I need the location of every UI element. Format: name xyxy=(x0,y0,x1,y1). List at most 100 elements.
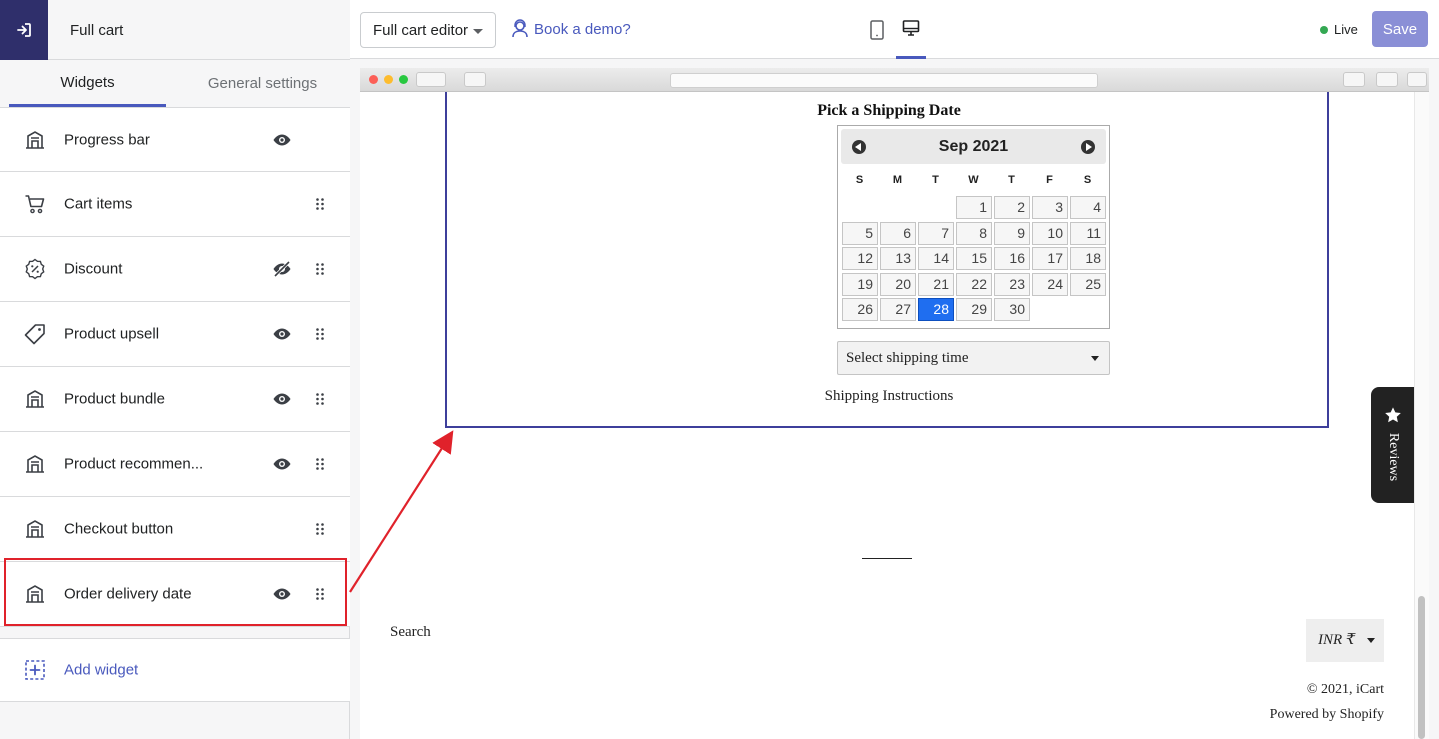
widget-row[interactable]: Discount xyxy=(0,237,350,302)
eye-icon[interactable] xyxy=(272,454,292,474)
calendar-day[interactable]: 8 xyxy=(956,221,992,245)
widget-block-icon xyxy=(24,388,46,410)
calendar-day[interactable]: 21 xyxy=(918,272,954,296)
currency-select[interactable]: INR ₹ xyxy=(1306,619,1384,662)
mobile-device-icon[interactable] xyxy=(868,20,886,40)
weekday-label: M xyxy=(892,174,903,186)
caret-down-icon xyxy=(1367,638,1375,643)
tab-general-settings[interactable]: General settings xyxy=(175,60,350,107)
footer-copyright: © 2021, iCart xyxy=(1306,682,1384,697)
footer-search-link[interactable]: Search xyxy=(390,624,431,641)
calendar-day[interactable]: 16 xyxy=(994,247,1030,271)
tag-icon xyxy=(24,323,46,345)
widget-row[interactable]: Progress bar xyxy=(0,108,350,172)
calendar-day[interactable]: 17 xyxy=(1032,247,1068,271)
calendar-day[interactable]: 6 xyxy=(880,221,916,245)
calendar-day[interactable]: 18 xyxy=(1070,247,1106,271)
calendar-day-selected[interactable]: 28 xyxy=(918,298,954,322)
calendar-day[interactable]: 19 xyxy=(842,272,878,296)
calendar-day[interactable]: 26 xyxy=(842,298,878,322)
share-icon xyxy=(1343,72,1365,87)
widget-row[interactable]: Product bundle xyxy=(0,367,350,432)
calendar-day[interactable]: 9 xyxy=(994,221,1030,245)
save-button[interactable]: Save xyxy=(1372,11,1428,47)
reviews-tab[interactable]: Reviews xyxy=(1371,387,1414,503)
eye-off-icon[interactable] xyxy=(272,259,292,279)
calendar-day[interactable]: 20 xyxy=(880,272,916,296)
shipping-time-select[interactable]: Select shipping time xyxy=(837,341,1110,375)
calendar-day[interactable]: 30 xyxy=(994,298,1030,322)
widget-label: Order delivery date xyxy=(64,585,192,603)
calendar-day[interactable]: 24 xyxy=(1032,272,1068,296)
calendar-day[interactable]: 22 xyxy=(956,272,992,296)
add-widget-button[interactable]: Add widget xyxy=(0,638,350,702)
live-status: Live xyxy=(1320,22,1358,37)
sidebar-toggle-icon xyxy=(464,72,486,87)
widget-row[interactable]: Checkout button xyxy=(0,497,350,562)
scrollbar-thumb[interactable] xyxy=(1418,596,1425,739)
drag-handle-icon[interactable] xyxy=(314,197,326,211)
calendar-day[interactable]: 13 xyxy=(880,247,916,271)
calendar-day[interactable]: 4 xyxy=(1070,196,1106,219)
drag-handle-icon[interactable] xyxy=(314,327,326,341)
widget-sidebar: Full cart Widgets General settings Progr… xyxy=(0,0,350,739)
drag-handle-icon[interactable] xyxy=(314,262,326,276)
calendar-day[interactable]: 5 xyxy=(842,221,878,245)
drag-handle-icon[interactable] xyxy=(314,587,326,601)
desktop-device-button[interactable] xyxy=(896,0,926,59)
eye-icon[interactable] xyxy=(272,584,292,604)
calendar-day[interactable]: 3 xyxy=(1032,196,1068,219)
sidebar-title: Full cart xyxy=(70,22,124,39)
calendar-day[interactable]: 14 xyxy=(918,247,954,271)
eye-icon[interactable] xyxy=(272,389,292,409)
drag-handle-icon[interactable] xyxy=(314,392,326,406)
address-bar xyxy=(670,73,1098,88)
discount-icon xyxy=(24,258,46,280)
widget-row[interactable]: Cart items xyxy=(0,172,350,237)
live-status-label: Live xyxy=(1334,22,1358,37)
calendar-day[interactable]: 29 xyxy=(956,298,992,322)
exit-icon xyxy=(17,23,31,37)
date-picker-calendar: Sep 2021 S M T W T F S 1 2 3 4 5 6 7 8 9 10 11 12 13 14 15 16 1… xyxy=(837,125,1110,329)
drag-handle-icon[interactable] xyxy=(314,522,326,536)
calendar-day[interactable]: 27 xyxy=(880,298,916,322)
calendar-day[interactable]: 10 xyxy=(1032,221,1068,245)
widget-block-icon xyxy=(24,583,46,605)
tabs-icon xyxy=(1376,72,1398,87)
tab-widgets[interactable]: Widgets xyxy=(9,60,166,107)
calendar-day[interactable]: 1 xyxy=(956,196,992,219)
widget-row[interactable]: Order delivery date xyxy=(0,562,350,627)
eye-icon[interactable] xyxy=(272,324,292,344)
shipping-date-title: Pick a Shipping Date xyxy=(817,102,961,119)
widget-label: Cart items xyxy=(64,195,133,213)
next-month-icon[interactable] xyxy=(1081,140,1095,154)
reviews-label: Reviews xyxy=(1386,432,1401,482)
status-dot xyxy=(1320,25,1328,34)
caret-down-icon xyxy=(473,29,483,34)
sidebar-header: Full cart xyxy=(0,0,350,60)
calendar-day[interactable]: 2 xyxy=(994,196,1030,219)
widget-row[interactable]: Product recommen... xyxy=(0,432,350,497)
calendar-day[interactable]: 12 xyxy=(842,247,878,271)
drag-handle-icon[interactable] xyxy=(314,457,326,471)
back-button[interactable] xyxy=(0,0,48,60)
preview-scrollbar[interactable] xyxy=(1414,92,1429,739)
footer-powered-by[interactable]: Powered by Shopify xyxy=(1270,707,1384,723)
widget-block-icon xyxy=(24,453,46,475)
calendar-header: Sep 2021 xyxy=(841,129,1106,164)
calendar-day[interactable]: 15 xyxy=(956,247,992,271)
calendar-day[interactable]: 11 xyxy=(1070,221,1106,245)
close-dot-icon xyxy=(369,75,378,84)
order-delivery-widget-frame: Pick a Shipping Date Sep 2021 SMTWTFS123… xyxy=(445,92,1329,428)
desktop-device-icon xyxy=(902,20,920,36)
calendar-day[interactable]: 25 xyxy=(1070,272,1106,296)
calendar-month: Sep 2021 xyxy=(938,138,1009,155)
widget-row[interactable]: Product upsell xyxy=(0,302,350,367)
widget-block-icon xyxy=(24,129,46,151)
book-demo-link[interactable]: Book a demo? xyxy=(510,19,631,39)
editor-select[interactable]: Full cart editor xyxy=(360,12,496,48)
eye-icon[interactable] xyxy=(272,130,292,150)
calendar-day[interactable]: 7 xyxy=(918,221,954,245)
calendar-day[interactable]: 23 xyxy=(994,272,1030,296)
maximize-dot-icon xyxy=(399,75,408,84)
